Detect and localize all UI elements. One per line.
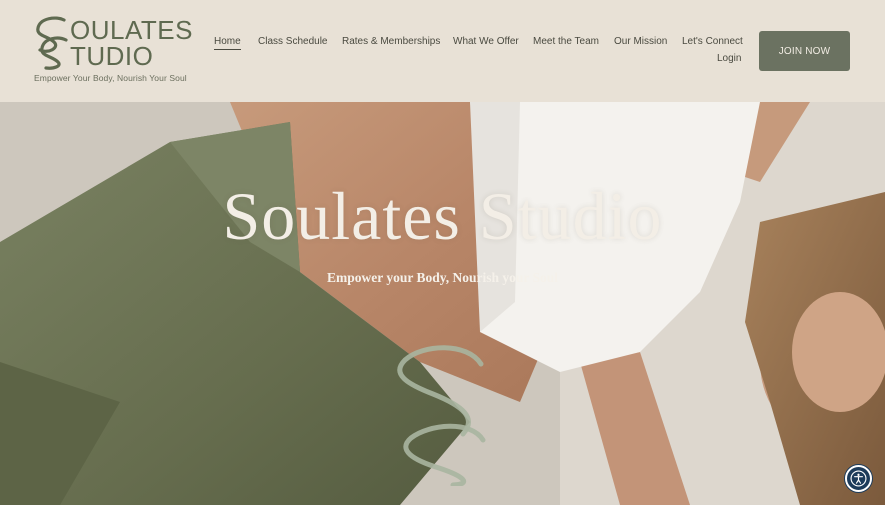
accessibility-icon [850, 470, 867, 487]
nav-item-rates-memberships[interactable]: Rates & Memberships [342, 36, 440, 47]
hero-section: Soulates Studio Empower your Body, Nouri… [0, 102, 885, 505]
join-now-button[interactable]: JOIN NOW [759, 31, 850, 71]
nav-item-our-mission[interactable]: Our Mission [614, 36, 667, 47]
nav-item-home[interactable]: Home [214, 36, 241, 50]
logo-tagline: Empower Your Body, Nourish Your Soul [34, 73, 187, 83]
nav-item-meet-the-team[interactable]: Meet the Team [533, 36, 599, 47]
site-header: OULATES TUDIO Empower Your Body, Nourish… [0, 0, 885, 102]
accessibility-button[interactable] [845, 465, 872, 492]
hero-subtitle: Empower your Body, Nourish your Soul [326, 270, 559, 285]
nav-item-class-schedule[interactable]: Class Schedule [258, 36, 327, 47]
nav-item-login[interactable]: Login [717, 53, 741, 64]
logo-text-line2: TUDIO [70, 41, 154, 71]
hero-title: Soulates Studio [222, 178, 663, 254]
soulates-s-logo-icon [36, 16, 68, 70]
nav-item-what-we-offer[interactable]: What We Offer [453, 36, 519, 47]
nav-item-lets-connect[interactable]: Let's Connect [682, 36, 743, 47]
logo[interactable]: OULATES TUDIO Empower Your Body, Nourish… [34, 16, 192, 86]
logo-text-line1: OULATES [70, 15, 193, 45]
soulates-s-mark-icon [397, 345, 486, 486]
